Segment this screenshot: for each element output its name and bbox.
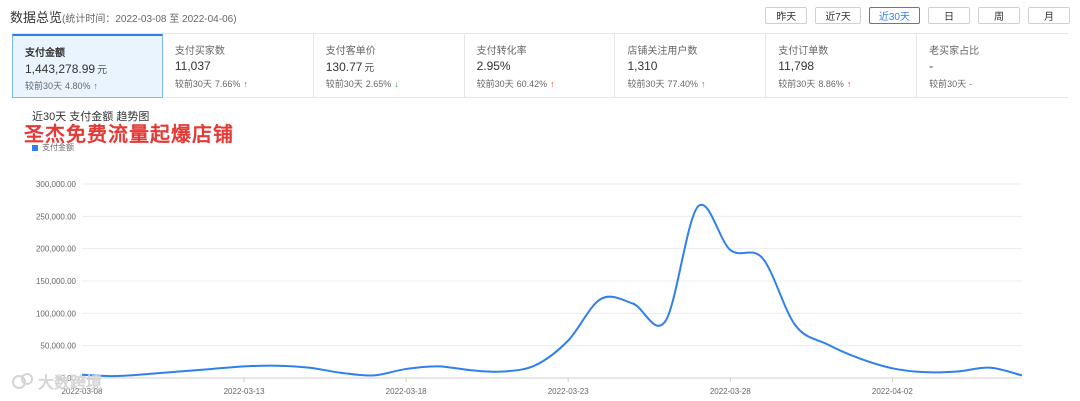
metric-card-6[interactable]: 老买家占比 - 较前30天 -: [917, 34, 1068, 98]
compare-label: 较前30天: [325, 79, 363, 89]
compare-label: 较前30天: [476, 79, 514, 89]
x-tick-label: 2022-03-28: [710, 387, 751, 396]
compare-label: 较前30天: [174, 79, 212, 89]
period-button-4[interactable]: 周: [978, 7, 1020, 24]
metric-compare: 较前30天 4.80% ↑: [25, 79, 152, 92]
metric-value-row: 11,798: [778, 59, 906, 75]
period-button-0[interactable]: 昨天: [765, 7, 808, 24]
metric-label: 店铺关注用户数: [627, 46, 698, 57]
compare-value: -: [969, 78, 973, 89]
compare-value: 7.66%: [214, 78, 241, 89]
x-tick-label: 2022-03-23: [548, 387, 589, 396]
metric-value-row: 130.77 元: [326, 59, 454, 75]
compare-value: 77.40%: [667, 78, 698, 89]
arrow-up-icon: ↑: [243, 78, 248, 89]
metric-card-1[interactable]: 支付买家数 11,037 较前30天 7.66% ↑: [163, 34, 314, 98]
chart-legend[interactable]: 支付金额: [32, 142, 74, 153]
compare-value: 2.65%: [365, 78, 392, 89]
metric-compare: 较前30天 2.65% ↓: [326, 77, 454, 90]
metric-value: 11,037: [174, 59, 211, 73]
metric-value-row: 2.95%: [477, 59, 605, 75]
metric-unit: 元: [364, 63, 375, 74]
watermark-logo-icon: [12, 373, 33, 389]
metric-card-4[interactable]: 店铺关注用户数 1,310 较前30天 77.40% ↑: [615, 34, 767, 98]
watermark: 大数跨境: [12, 369, 102, 393]
period-button-5[interactable]: 月: [1028, 7, 1070, 24]
arrow-up-icon: ↑: [93, 80, 99, 91]
compare-value: 4.80%: [65, 80, 91, 91]
period-button-1[interactable]: 近7天: [815, 7, 861, 24]
period-button-2[interactable]: 近30天: [868, 7, 920, 24]
arrow-up-icon: ↑: [846, 78, 852, 89]
watermark-text: 大数跨境: [38, 375, 103, 392]
metric-compare: 较前30天 77.40% ↑: [627, 77, 755, 90]
metric-cards: 支付金额 1,443,278.99 元较前30天 4.80% ↑ 支付买家数 11,037 较…: [12, 33, 1068, 98]
metric-label: 支付客单价: [325, 46, 376, 57]
metric-card-5[interactable]: 支付订单数 11,798 较前30天 8.86% ↑: [766, 34, 918, 98]
compare-label: 较前30天: [778, 79, 816, 89]
metric-value: 130.77: [325, 60, 363, 74]
metric-value-row: 11,037: [175, 59, 303, 75]
x-tick-label: 2022-03-13: [224, 387, 265, 396]
metric-card-2[interactable]: 支付客单价 130.77 元较前30天 2.65% ↓: [314, 34, 465, 98]
arrow-down-icon: ↓: [394, 78, 399, 89]
y-tick-label: 100,000.00: [36, 309, 77, 318]
metric-value-row: 1,310: [627, 59, 755, 75]
x-tick-label: 2022-04-02: [872, 387, 913, 396]
metric-value: 1,443,278.99: [25, 62, 96, 76]
page-title: 数据总览: [10, 10, 63, 25]
metric-compare: 较前30天 60.42% ↑: [477, 77, 605, 90]
metric-card-3[interactable]: 支付转化率 2.95% 较前30天 60.42% ↑: [465, 34, 616, 98]
metric-value: -: [929, 59, 934, 73]
y-tick-label: 200,000.00: [36, 245, 77, 254]
compare-value: 60.42%: [516, 78, 548, 89]
header: 数据总览 (统计时间：2022-03-08 至 2022-04-06) 昨天 近7…: [0, 0, 1080, 32]
period-buttons: 昨天 近7天 近30天日周月: [765, 7, 1070, 24]
legend-swatch: [32, 144, 38, 151]
arrow-up-icon: ↑: [700, 78, 706, 89]
chart-area: 0.00 50,000.00 100,000.00 150,000.00 200,000…: [12, 100, 1068, 401]
metric-label: 支付订单数: [778, 46, 829, 57]
y-tick-label: 150,000.00: [36, 277, 77, 286]
metric-value-row: -: [929, 59, 1058, 75]
metric-value: 2.95%: [476, 59, 511, 73]
metric-card-0[interactable]: 支付金额 1,443,278.99 元较前30天 4.80% ↑: [12, 34, 163, 98]
metric-label: 支付转化率: [476, 46, 527, 57]
arrow-up-icon: ↑: [550, 78, 555, 89]
y-tick-label: 300,000.00: [36, 180, 77, 189]
x-tick-label: 2022-03-18: [386, 387, 427, 396]
compare-label: 较前30天: [627, 79, 665, 89]
compare-label: 较前30天: [25, 81, 63, 91]
y-tick-label: 250,000.00: [36, 212, 77, 221]
legend-label: 支付金额: [42, 143, 74, 152]
series-line[interactable]: [81, 203, 1023, 378]
metric-compare: 较前30天 -: [929, 77, 1058, 90]
metric-label: 支付金额: [25, 48, 65, 59]
metric-unit: 元: [97, 65, 108, 76]
y-tick-label: 50,000.00: [40, 342, 76, 351]
metric-value-row: 1,443,278.99 元: [25, 61, 152, 77]
compare-value: 8.86%: [818, 78, 844, 89]
metric-value: 1,310: [627, 59, 658, 73]
metric-compare: 较前30天 8.86% ↑: [778, 77, 906, 90]
metric-compare: 较前30天 7.66% ↑: [175, 77, 303, 90]
period-button-3[interactable]: 日: [928, 7, 970, 24]
metric-label: 老买家占比: [929, 46, 980, 57]
compare-label: 较前30天: [929, 79, 967, 89]
metric-label: 支付买家数: [174, 46, 225, 57]
date-range: (统计时间：2022-03-08 至 2022-04-06): [62, 14, 237, 25]
metric-value: 11,798: [778, 59, 815, 73]
